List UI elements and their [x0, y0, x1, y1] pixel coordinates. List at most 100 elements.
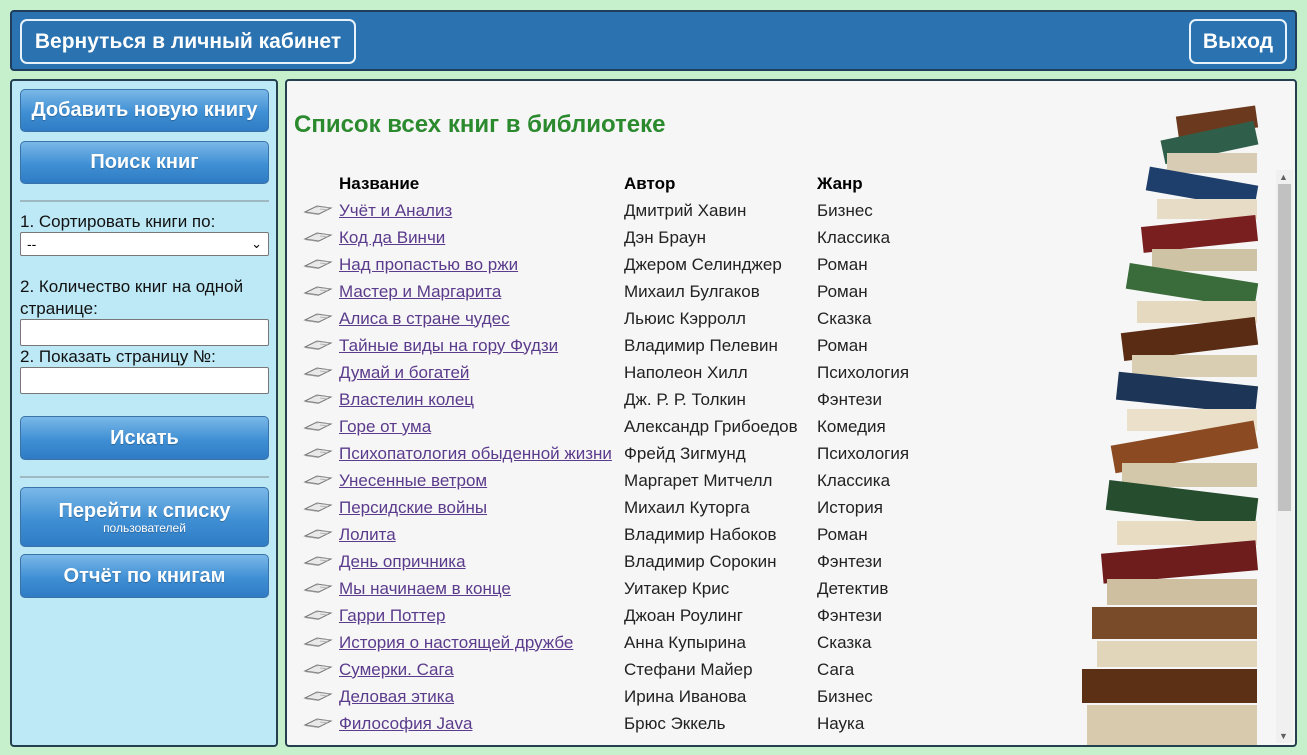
book-title-link[interactable]: Унесенные ветром — [339, 471, 487, 490]
book-title-cell: Мастер и Маргарита — [339, 278, 624, 305]
open-book-icon — [303, 359, 339, 386]
table-row: Код да Винчи Дэн Браун Классика — [303, 224, 909, 251]
book-genre-cell: Сказка — [817, 632, 872, 652]
book-title-cell: Тайные виды на гору Фудзи — [339, 332, 624, 359]
book-title-cell: Унесенные ветром — [339, 467, 624, 494]
book-author-cell: Уитакер Крис — [624, 578, 730, 598]
open-book-icon — [303, 278, 339, 305]
book-author-cell: Стефани Майер — [624, 659, 753, 679]
sidebar: Добавить новую книгу Поиск книг 1. Сорти… — [10, 79, 278, 747]
open-book-icon — [303, 251, 339, 278]
page-number-input[interactable] — [20, 367, 269, 394]
table-row: Над пропастью во ржи Джером Селинджер Рома… — [303, 251, 909, 278]
users-list-sublabel: пользователей — [103, 520, 186, 535]
scroll-thumb[interactable] — [1278, 184, 1291, 511]
book-genre-cell: Бизнес — [817, 200, 873, 220]
book-title-link[interactable]: Философия Java — [339, 714, 472, 733]
search-submit-label: Искать — [110, 426, 179, 449]
book-genre-cell: Комедия — [817, 416, 886, 436]
book-author-cell: Анна Купырина — [624, 632, 746, 652]
book-title-link[interactable]: Горе от ума — [339, 417, 431, 436]
book-title-link[interactable]: Учёт и Анализ — [339, 201, 452, 220]
table-row: Думай и богатей Наполеон Хилл Психология — [303, 359, 909, 386]
table-row: Мы начинаем в конце Уитакер Крис Детектив — [303, 575, 909, 602]
books-report-label: Отчёт по книгам — [63, 564, 226, 587]
open-book-icon — [303, 548, 339, 575]
book-author-cell: Джоан Роулинг — [624, 605, 743, 625]
book-title-link[interactable]: Властелин колец — [339, 390, 474, 409]
table-row: Философия Java Брюс Эккель Наука — [303, 710, 909, 737]
table-row: Персидские войны Михаил Куторга История — [303, 494, 909, 521]
book-genre-cell: Психология — [817, 443, 910, 463]
users-list-label: Перейти к списку — [58, 499, 231, 522]
book-title-link[interactable]: История о настоящей дружбе — [339, 633, 573, 652]
sort-label: 1. Сортировать книги по: — [20, 212, 216, 231]
scroll-down-arrow-icon[interactable]: ▼ — [1279, 731, 1288, 741]
book-author-cell: Наполеон Хилл — [624, 362, 748, 382]
scroll-up-arrow-icon[interactable]: ▲ — [1279, 172, 1288, 182]
table-row: Алиса в стране чудес Льюис Кэрролл Сказка — [303, 305, 909, 332]
book-genre-cell: Сага — [817, 659, 855, 679]
scrollbar[interactable]: ▲ ▼ — [1276, 170, 1293, 743]
open-book-icon — [303, 656, 339, 683]
book-author-cell: Дж. Р. Р. Толкин — [624, 389, 746, 409]
book-author-cell: Маргарет Митчелл — [624, 470, 773, 490]
book-title-cell: Властелин колец — [339, 386, 624, 413]
book-title-link[interactable]: Сумерки. Сага — [339, 660, 454, 679]
open-book-icon — [303, 602, 339, 629]
book-title-link[interactable]: День опричника — [339, 552, 466, 571]
table-row: Тайные виды на гору Фудзи Владимир Пелеви… — [303, 332, 909, 359]
page-title: Список всех книг в библиотеке — [294, 111, 666, 138]
search-submit-button[interactable]: Искать — [20, 416, 269, 460]
book-title-link[interactable]: Алиса в стране чудес — [339, 309, 510, 328]
book-title-link[interactable]: Мастер и Маргарита — [339, 282, 501, 301]
book-title-link[interactable]: Думай и богатей — [339, 363, 469, 382]
open-book-icon — [303, 575, 339, 602]
sidebar-divider — [20, 200, 269, 202]
search-books-button[interactable]: Поиск книг — [20, 141, 269, 184]
book-genre-cell: История — [817, 497, 883, 517]
sort-select[interactable]: -- ⌄ — [20, 232, 269, 256]
book-author-cell: Ирина Иванова — [624, 686, 747, 706]
books-report-button[interactable]: Отчёт по книгам — [20, 554, 269, 598]
per-page-label: 2. Количество книг на одной странице: — [20, 277, 244, 318]
book-title-cell: Сумерки. Сага — [339, 656, 624, 683]
per-page-input[interactable] — [20, 319, 269, 346]
book-title-link[interactable]: Психопатология обыденной жизни — [339, 444, 612, 463]
open-book-icon — [303, 710, 339, 737]
book-genre-cell: Классика — [817, 227, 891, 247]
book-author-cell: Владимир Пелевин — [624, 335, 778, 355]
book-title-link[interactable]: Код да Винчи — [339, 228, 445, 247]
book-title-link[interactable]: Деловая этика — [339, 687, 454, 706]
book-genre-cell: Сказка — [817, 308, 872, 328]
book-title-link[interactable]: Мы начинаем в конце — [339, 579, 511, 598]
users-list-button[interactable]: Перейти к списку пользователей — [20, 487, 269, 547]
book-title-cell: Философия Java — [339, 710, 624, 737]
book-title-link[interactable]: Над пропастью во ржи — [339, 255, 518, 274]
chevron-down-icon: ⌄ — [251, 236, 262, 251]
book-title-cell: Мы начинаем в конце — [339, 575, 624, 602]
table-row: Лолита Владимир Набоков Роман — [303, 521, 909, 548]
book-title-link[interactable]: Лолита — [339, 525, 396, 544]
book-title-link[interactable]: Персидские войны — [339, 498, 487, 517]
add-book-button[interactable]: Добавить новую книгу — [20, 89, 269, 132]
book-title-link[interactable]: Тайные виды на гору Фудзи — [339, 336, 558, 355]
table-row: Властелин колец Дж. Р. Р. Толкин Фэнтези — [303, 386, 909, 413]
book-genre-cell: Бизнес — [817, 686, 873, 706]
table-row: День опричника Владимир Сорокин Фэнтези — [303, 548, 909, 575]
exit-button[interactable]: Выход — [1189, 19, 1287, 64]
book-genre-cell: Детектив — [817, 578, 889, 598]
book-genre-cell: Роман — [817, 254, 868, 274]
book-genre-cell: Роман — [817, 335, 868, 355]
book-title-cell: Гарри Поттер — [339, 602, 624, 629]
book-title-cell: История о настоящей дружбе — [339, 629, 624, 656]
table-row: Горе от ума Александр Грибоедов Комедия — [303, 413, 909, 440]
book-title-cell: Лолита — [339, 521, 624, 548]
open-book-icon — [303, 305, 339, 332]
book-author-cell: Джером Селинджер — [624, 254, 782, 274]
table-row: Деловая этика Ирина Иванова Бизнес — [303, 683, 909, 710]
back-to-cabinet-button[interactable]: Вернуться в личный кабинет — [20, 19, 356, 64]
open-book-icon — [303, 683, 339, 710]
book-title-link[interactable]: Гарри Поттер — [339, 606, 445, 625]
genre-column-header: Жанр — [817, 173, 863, 193]
